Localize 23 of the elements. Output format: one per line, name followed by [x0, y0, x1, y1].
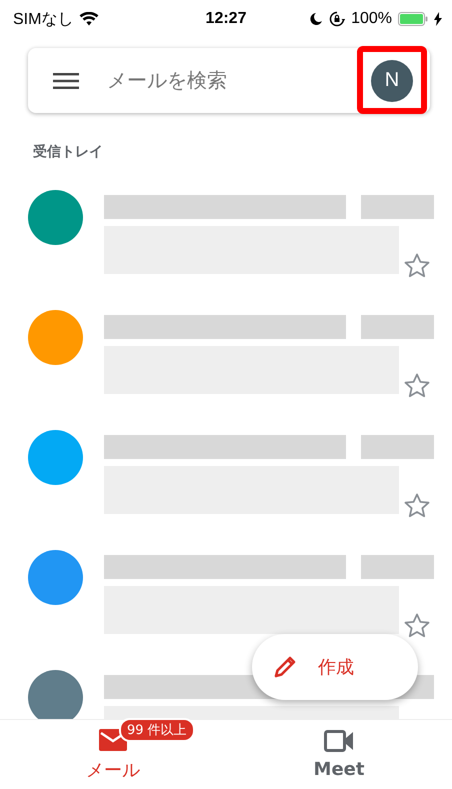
clock-time: 12:27: [206, 10, 246, 28]
nav-tab[interactable]: Meet: [226, 720, 452, 789]
search-bar[interactable]: メールを検索 N: [28, 48, 430, 113]
menu-icon[interactable]: [53, 72, 79, 90]
account-avatar[interactable]: N: [371, 60, 413, 102]
compose-button[interactable]: 作成: [252, 634, 418, 700]
rotation-lock-icon: [329, 11, 346, 27]
star-icon[interactable]: [404, 373, 430, 398]
star-icon[interactable]: [404, 493, 430, 518]
nav-tab[interactable]: 99 件以上 メール: [0, 720, 226, 789]
pencil-icon: [272, 654, 298, 680]
search-placeholder: メールを検索: [107, 67, 228, 94]
battery-icon: [398, 12, 428, 26]
video-camera-icon: [324, 730, 354, 752]
battery-percentage: 100%: [351, 10, 392, 28]
moon-icon: [309, 12, 324, 26]
carrier-label: SIMなし: [13, 10, 74, 30]
star-icon[interactable]: [404, 253, 430, 278]
star-icon[interactable]: [404, 613, 430, 638]
charging-bolt-icon: [434, 12, 442, 26]
unread-count-badge: 99 件以上: [119, 718, 195, 742]
section-label: 受信トレイ: [33, 143, 104, 162]
wifi-icon: [79, 12, 100, 26]
